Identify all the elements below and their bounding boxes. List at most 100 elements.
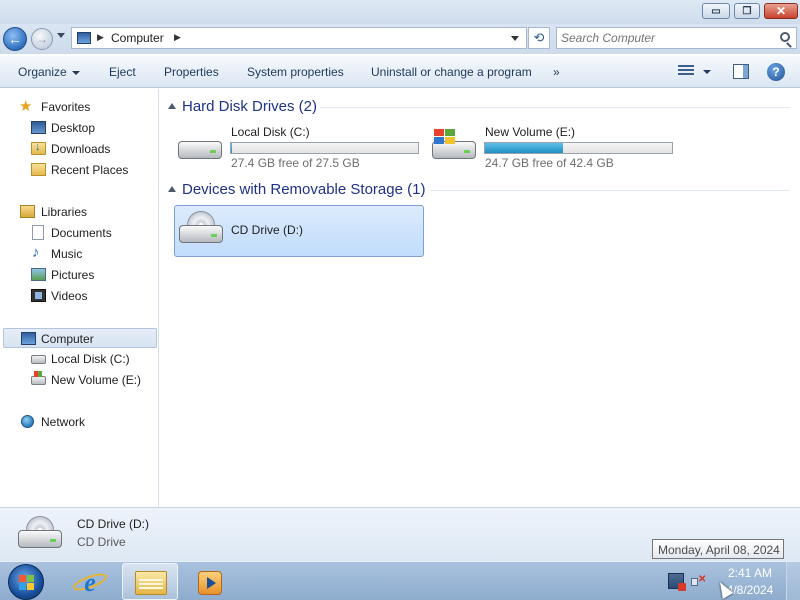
sidebar-item-documents[interactable]: Documents (0, 223, 157, 243)
sidebar-favorites[interactable]: ★ Favorites (0, 97, 157, 117)
sidebar-item-label: Downloads (51, 142, 111, 156)
computer-icon (21, 332, 36, 345)
drive-usage-fill (231, 143, 232, 153)
sidebar-item-label: Music (51, 247, 83, 261)
eject-button[interactable]: Eject (109, 65, 136, 79)
minimize-button[interactable]: ▭ (702, 3, 730, 19)
maximize-button[interactable]: ❐ (734, 3, 760, 19)
drive-name-new-volume-e[interactable]: New Volume (E:) (485, 125, 575, 139)
libraries-icon (20, 205, 35, 218)
view-options-dropdown[interactable] (703, 70, 711, 74)
sidebar-item-videos[interactable]: Videos (0, 286, 157, 306)
sidebar-libraries[interactable]: Libraries (0, 202, 157, 222)
back-arrow-icon: ← (8, 31, 22, 47)
command-bar: Organize Eject Properties System propert… (0, 56, 800, 88)
sidebar-item-label: Pictures (51, 268, 95, 282)
forward-arrow-icon: → (36, 32, 48, 46)
sidebar-item-desktop[interactable]: Desktop (0, 118, 157, 138)
preview-pane-icon[interactable] (733, 64, 749, 79)
show-desktop-button[interactable] (786, 562, 800, 600)
close-button[interactable]: ✕ (764, 3, 798, 19)
breadcrumb-separator-icon[interactable]: ▶ (174, 32, 181, 43)
start-button[interactable] (8, 564, 44, 600)
sidebar-item-label: Documents (51, 226, 112, 240)
media-player-icon (198, 571, 222, 595)
computer-icon (77, 32, 91, 44)
sidebar-item-label: Network (41, 415, 86, 429)
sidebar-item-label: Recent Places (51, 163, 129, 177)
collapse-group-icon (168, 103, 176, 109)
drive-usage-fill (485, 143, 563, 153)
cd-drive-icon (177, 211, 225, 247)
taskbar-media-player[interactable] (184, 563, 240, 600)
taskbar-windows-explorer[interactable] (122, 563, 178, 600)
address-bar[interactable]: ▶ Computer ▶ (71, 27, 527, 49)
sidebar-item-music[interactable]: ♪ Music (0, 244, 157, 264)
sidebar-item-network[interactable]: Network (0, 412, 157, 432)
details-item-type: CD Drive (77, 535, 126, 549)
drive-name-cd-drive-d: CD Drive (D:) (231, 223, 303, 237)
volume-muted-icon[interactable] (690, 573, 706, 589)
refresh-icon: ⟲ (533, 30, 545, 45)
navigation-bar: ← → ▶ Computer ▶ ⟲ (0, 24, 800, 54)
minimize-icon: ▭ (711, 5, 721, 17)
sidebar-item-downloads[interactable]: Downloads (0, 139, 157, 159)
videos-icon (31, 289, 46, 302)
change-view-icon[interactable] (678, 65, 694, 79)
taskbar-internet-explorer[interactable]: e (62, 563, 118, 600)
windows-logo-icon (19, 575, 35, 591)
music-icon: ♪ (32, 244, 40, 261)
search-input[interactable] (561, 30, 771, 46)
sidebar-item-local-disk-c[interactable]: Local Disk (C:) (0, 349, 157, 369)
windows-drive-icon (31, 371, 46, 385)
desktop-icon (31, 121, 46, 134)
refresh-button[interactable]: ⟲ (528, 27, 550, 49)
drive-icon[interactable] (176, 127, 224, 163)
address-history-dropdown[interactable] (511, 36, 519, 41)
sidebar-item-recent-places[interactable]: Recent Places (0, 160, 157, 180)
group-header-hard-disk-drives[interactable]: Hard Disk Drives (2) (168, 98, 317, 115)
uninstall-program-button[interactable]: Uninstall or change a program (371, 65, 532, 79)
drive-free-space-text: 24.7 GB free of 42.4 GB (485, 156, 614, 170)
drive-usage-bar (484, 142, 673, 154)
sidebar-item-new-volume-e[interactable]: New Volume (E:) (0, 370, 157, 390)
sidebar-item-label: Desktop (51, 121, 96, 135)
breadcrumb-computer[interactable]: Computer (111, 31, 164, 45)
search-icon[interactable] (780, 32, 790, 42)
search-box[interactable] (556, 27, 797, 49)
organize-button[interactable]: Organize (18, 65, 80, 79)
sidebar-item-label: Favorites (41, 100, 91, 114)
forward-button[interactable]: → (31, 28, 53, 50)
taskbar: e 2:41 AM 4/8/2024 (0, 561, 800, 600)
group-header-label: Hard Disk Drives (2) (182, 98, 318, 115)
internet-explorer-icon: e (84, 568, 96, 597)
properties-button[interactable]: Properties (164, 65, 219, 79)
network-status-icon[interactable] (668, 573, 686, 591)
system-properties-button[interactable]: System properties (247, 65, 344, 79)
breadcrumb-separator-icon[interactable]: ▶ (97, 32, 104, 43)
sidebar-item-computer[interactable]: Computer (3, 328, 157, 348)
organize-label: Organize (18, 65, 67, 79)
star-icon: ★ (19, 98, 33, 115)
windows-drive-icon[interactable] (430, 127, 478, 163)
network-icon (21, 415, 34, 428)
recent-pages-dropdown[interactable] (57, 33, 65, 38)
cd-drive-icon (16, 516, 64, 552)
title-bar: ▭ ❐ ✕ (0, 0, 800, 24)
clock-time[interactable]: 2:41 AM (722, 566, 778, 580)
back-button[interactable]: ← (3, 27, 27, 51)
group-header-removable-storage[interactable]: Devices with Removable Storage (1) (168, 181, 425, 198)
downloads-icon (31, 141, 46, 155)
help-button[interactable]: ? (767, 63, 785, 81)
date-tooltip: Monday, April 08, 2024 (652, 539, 784, 559)
sidebar-item-label: Computer (41, 332, 94, 346)
help-icon: ? (772, 65, 780, 79)
sidebar-item-pictures[interactable]: Pictures (0, 265, 157, 285)
drive-name-local-disk-c[interactable]: Local Disk (C:) (231, 125, 310, 139)
more-commands-button[interactable]: » (553, 65, 560, 79)
details-item-name: CD Drive (D:) (77, 517, 149, 531)
recent-places-icon (31, 163, 46, 176)
maximize-icon: ❐ (742, 5, 752, 17)
documents-icon (32, 225, 44, 240)
folder-icon (135, 571, 167, 595)
